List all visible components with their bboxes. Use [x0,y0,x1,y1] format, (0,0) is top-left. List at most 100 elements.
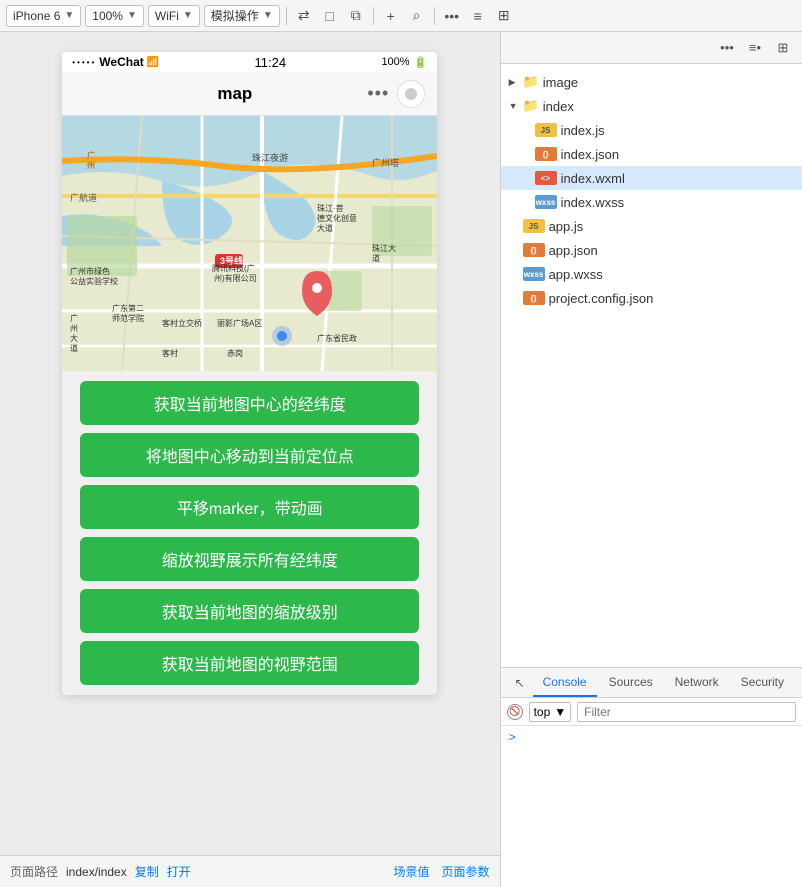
console-context-chevron: ▼ [554,705,566,719]
main-content: ••••• WeChat 📶 11:24 100% 🔋 map ••• [0,32,802,887]
zoom-select[interactable]: 100% ▼ [85,5,144,27]
tree-filename-6: app.js [549,219,584,234]
buttons-area: 获取当前地图中心的经纬度将地图中心移动到当前定位点平移marker，带动画缩放视… [62,371,437,695]
tree-item-app_json[interactable]: {} app.json [501,238,802,262]
console-arrow[interactable]: > [509,730,516,744]
tree-item-app_js[interactable]: JS app.js [501,214,802,238]
file-tree: ▶ 📁 image ▼ 📁 index JS index.js {} index… [501,64,802,667]
tree-item-index_json[interactable]: {} index.json [501,142,802,166]
device-select[interactable]: iPhone 6 ▼ [6,5,81,27]
tree-filename-1: index [543,99,574,114]
network-select[interactable]: WiFi ▼ [148,5,200,27]
device-label: iPhone 6 [13,9,60,23]
svg-text:广东省民政: 广东省民政 [317,333,357,343]
right-panel: ••• ≡• ⊞ ▶ 📁 image ▼ 📁 index JS index.js… [500,32,802,887]
tab-sources[interactable]: Sources [599,668,663,697]
search-icon[interactable]: ⌕ [406,5,428,27]
list-icon[interactable]: ≡ [467,5,489,27]
tree-filename-3: index.json [561,147,620,162]
record-button[interactable] [397,80,425,108]
tree-item-project_config.json[interactable]: {} project.config.json [501,286,802,310]
toolbar-divider-1 [286,7,287,25]
copy-link[interactable]: 复制 [135,863,159,880]
grid-icon[interactable]: ⊞ [493,5,515,27]
page-title: map [217,84,252,104]
toolbar-divider-2 [373,7,374,25]
open-link[interactable]: 打开 [167,863,191,880]
console-filter-bar: 🚫 top ▼ [501,698,802,726]
status-left: ••••• WeChat 📶 [72,55,159,69]
file-icon-7: {} [523,243,545,257]
split-icon[interactable]: ⧉ [345,5,367,27]
svg-text:广: 广 [87,150,95,160]
svg-text:道: 道 [70,343,78,353]
phone-container: ••••• WeChat 📶 11:24 100% 🔋 map ••• [0,32,500,855]
tree-arrow-1: ▼ [509,101,519,111]
tab-console[interactable]: Console [533,668,597,697]
record-circle [405,88,417,100]
battery-pct: 100% [381,56,409,68]
action-btn-3[interactable]: 缩放视野展示所有经纬度 [80,537,419,581]
phone-status-bar: ••••• WeChat 📶 11:24 100% 🔋 [62,52,437,72]
action-btn-2[interactable]: 平移marker，带动画 [80,485,419,529]
page-params[interactable]: 页面参数 [442,863,490,880]
tree-item-index[interactable]: ▼ 📁 index [501,94,802,118]
tree-filename-5: index.wxss [561,195,625,210]
clock: 11:24 [255,55,287,70]
more-icon[interactable]: ••• [441,5,463,27]
console-block-icon[interactable]: 🚫 [507,704,523,720]
toolbar-divider-3 [434,7,435,25]
panel-icon-3[interactable]: ⊞ [772,37,794,59]
left-panel: ••••• WeChat 📶 11:24 100% 🔋 map ••• [0,32,500,887]
wifi-icon: 📶 [147,57,159,68]
svg-text:腾讯科技(广: 腾讯科技(广 [212,263,255,273]
action-btn-5[interactable]: 获取当前地图的视野范围 [80,641,419,685]
console-filter-input[interactable] [577,702,796,722]
map-area: 广 州 3号线 广航道 广州市绿色 公益实验学校 [62,116,437,371]
svg-text:珠江夜游: 珠江夜游 [252,152,288,163]
zoom-label: 100% [92,9,123,23]
tree-item-image[interactable]: ▶ 📁 image [501,70,802,94]
svg-text:广: 广 [70,313,78,323]
svg-text:广东第二: 广东第二 [112,303,144,313]
panel-icon-2[interactable]: ≡• [744,37,766,59]
file-icon-9: {} [523,291,545,305]
nav-more-icon[interactable]: ••• [367,83,389,104]
action-btn-1[interactable]: 将地图中心移动到当前定位点 [80,433,419,477]
prev-next-icon[interactable]: ⇄ [293,5,315,27]
window-icon[interactable]: □ [319,5,341,27]
svg-text:州)有限公司: 州)有限公司 [214,273,257,283]
tab-security[interactable]: Security [731,668,794,697]
action-btn-0[interactable]: 获取当前地图中心的经纬度 [80,381,419,425]
svg-text:广州市绿色: 广州市绿色 [70,266,110,276]
status-right: 100% 🔋 [381,56,427,69]
add-icon[interactable]: + [380,5,402,27]
file-icon-5: wxss [535,195,557,209]
network-label: WiFi [155,9,179,23]
console-area: ↖ Console Sources Network Security 🚫 top [501,667,802,887]
svg-text:州: 州 [70,324,78,333]
tree-filename-0: image [543,75,578,90]
tree-arrow-0: ▶ [509,77,519,88]
tree-item-index_wxss[interactable]: wxss index.wxss [501,190,802,214]
tab-network[interactable]: Network [665,668,729,697]
file-icon-8: wxss [523,267,545,281]
file-icon-3: {} [535,147,557,161]
tree-filename-4: index.wxml [561,171,625,186]
panel-icon-1[interactable]: ••• [716,37,738,59]
tree-item-app_wxss[interactable]: wxss app.wxss [501,262,802,286]
tree-item-index_wxml[interactable]: <> index.wxml [501,166,802,190]
folder-icon-0: 📁 [523,74,539,90]
tree-filename-8: app.wxss [549,267,603,282]
action-btn-4[interactable]: 获取当前地图的缩放级别 [80,589,419,633]
console-tabs: ↖ Console Sources Network Security [501,668,802,698]
console-context-value: top [534,705,551,719]
console-pointer-icon[interactable]: ↖ [509,672,531,694]
tree-item-index_js[interactable]: JS index.js [501,118,802,142]
svg-text:客村: 客村 [162,348,178,358]
svg-text:大: 大 [70,333,78,343]
console-context-select[interactable]: top ▼ [529,702,572,722]
mode-select[interactable]: 模拟操作 ▼ [204,5,280,27]
scene-label[interactable]: 场景值 [394,863,430,880]
mode-label: 模拟操作 [211,7,259,24]
